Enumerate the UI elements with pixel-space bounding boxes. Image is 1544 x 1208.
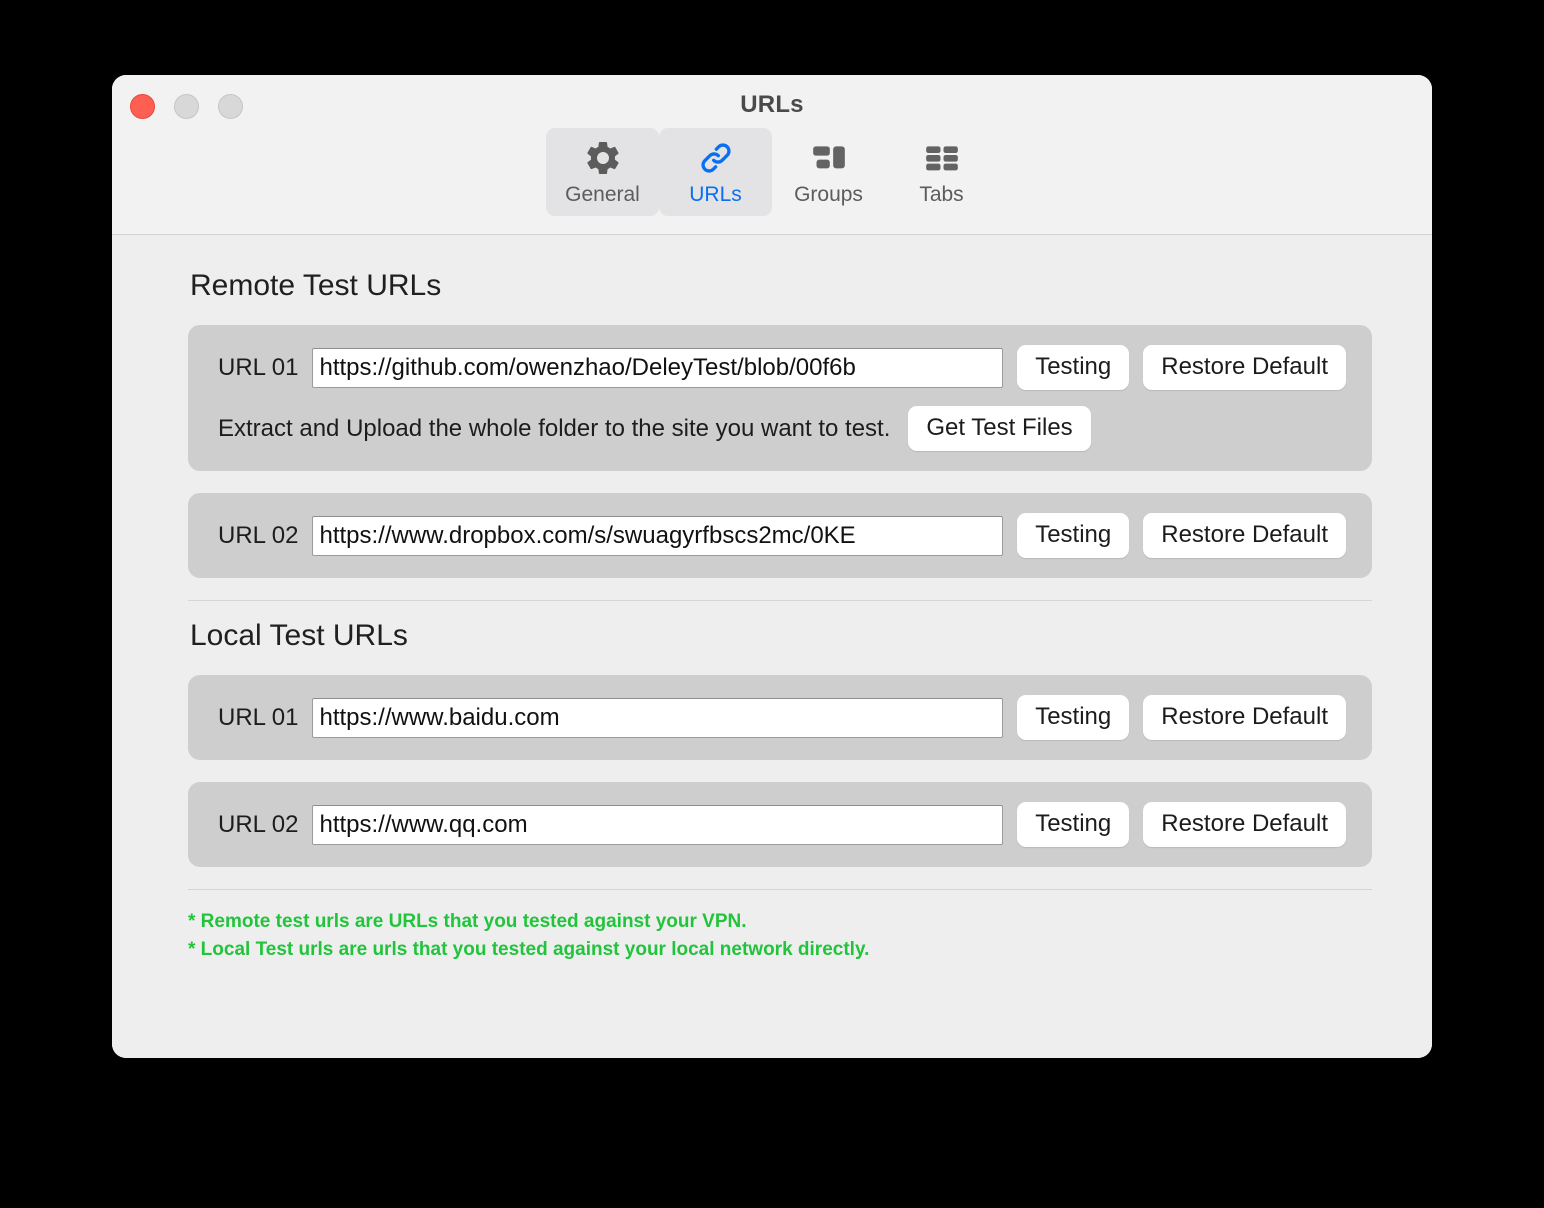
tab-urls[interactable]: URLs [659,128,772,216]
toolbar-tabs: General URLs Groups Tabs [112,128,1432,216]
gear-icon [583,138,623,178]
remote-url-02-restore-button[interactable]: Restore Default [1143,513,1346,558]
local-url-line-02: URL 02 https://www.qq.com Testing Restor… [218,802,1346,847]
remote-url-01-restore-button[interactable]: Restore Default [1143,345,1346,390]
remote-url-01-input[interactable]: https://github.com/owenzhao/DeleyTest/bl… [312,347,1004,388]
local-url-row-01: URL 01 https://www.baidu.com Testing Res… [188,675,1372,760]
remote-url-02-label: URL 02 [218,521,299,549]
local-url-01-label: URL 01 [218,703,299,731]
get-test-files-button[interactable]: Get Test Files [908,406,1091,451]
remote-url-01-hint-text: Extract and Upload the whole folder to t… [218,414,891,442]
link-icon [696,138,736,178]
app-window: URLs General URLs Groups Tabs Remote Tes… [112,75,1432,1058]
tab-general-label: General [565,183,640,206]
window-title: URLs [740,91,804,118]
local-section-title: Local Test URLs [190,619,408,652]
settings-content: Remote Test URLs URL 01 https://github.c… [112,235,1432,1058]
footer-note-local: * Local Test urls are urls that you test… [188,938,870,960]
tab-urls-label: URLs [689,183,742,206]
tab-groups[interactable]: Groups [772,128,885,216]
tab-groups-label: Groups [794,183,863,206]
remote-section-title: Remote Test URLs [190,269,442,302]
remote-url-line-02: URL 02 https://www.dropbox.com/s/swuagyr… [218,513,1346,558]
local-url-row-02: URL 02 https://www.qq.com Testing Restor… [188,782,1372,867]
remote-url-row-01: URL 01 https://github.com/owenzhao/Deley… [188,325,1372,471]
local-url-01-restore-button[interactable]: Restore Default [1143,695,1346,740]
section-divider-footer [188,889,1372,890]
local-url-line-01: URL 01 https://www.baidu.com Testing Res… [218,695,1346,740]
local-url-02-label: URL 02 [218,810,299,838]
window-titlebar: URLs General URLs Groups Tabs [112,75,1432,235]
section-divider-remote-local [188,600,1372,601]
remote-url-01-testing-button[interactable]: Testing [1017,345,1130,390]
remote-url-row-02: URL 02 https://www.dropbox.com/s/swuagyr… [188,493,1372,578]
remote-url-01-hint-line: Extract and Upload the whole folder to t… [218,406,1346,451]
local-url-02-testing-button[interactable]: Testing [1017,802,1130,847]
tab-tabs[interactable]: Tabs [885,128,998,216]
tab-general[interactable]: General [546,128,659,216]
local-url-02-input[interactable]: https://www.qq.com [312,804,1004,845]
footer-notes: * Remote test urls are URLs that you tes… [188,908,1372,963]
groups-icon [809,138,849,178]
footer-note-remote: * Remote test urls are URLs that you tes… [188,911,747,932]
remote-url-line-01: URL 01 https://github.com/owenzhao/Deley… [218,345,1346,390]
local-url-01-testing-button[interactable]: Testing [1017,695,1130,740]
remote-url-01-label: URL 01 [218,353,299,381]
local-url-01-input[interactable]: https://www.baidu.com [312,697,1004,738]
remote-url-02-testing-button[interactable]: Testing [1017,513,1130,558]
remote-url-02-input[interactable]: https://www.dropbox.com/s/swuagyrfbscs2m… [312,515,1004,556]
tab-tabs-label: Tabs [919,183,964,206]
tabs-grid-icon [922,138,962,178]
local-url-02-restore-button[interactable]: Restore Default [1143,802,1346,847]
